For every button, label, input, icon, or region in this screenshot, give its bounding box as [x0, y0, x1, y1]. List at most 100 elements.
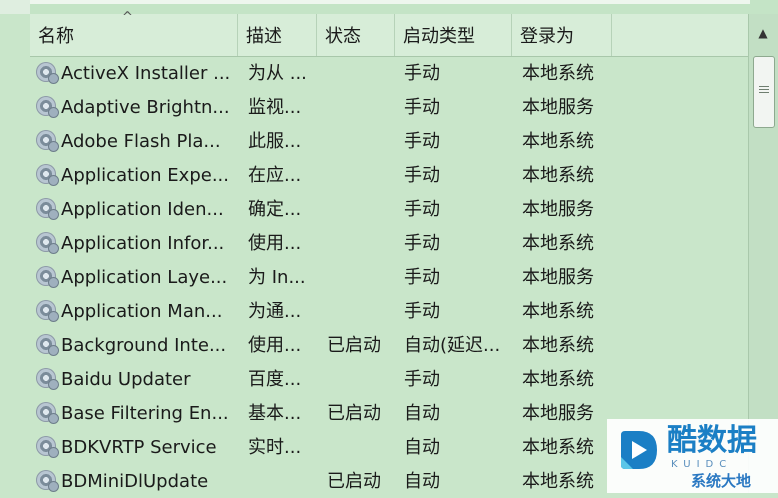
service-startup-type: 自动(延迟... [404, 335, 501, 356]
column-header-name-label: 名称 [38, 26, 74, 47]
service-name: Background Inte... [61, 335, 227, 356]
top-strip [0, 0, 778, 14]
brand-logo-icon [621, 431, 657, 469]
column-header-name[interactable]: 名称 ^ [30, 10, 238, 56]
watermark-brand-sub: KUIDC [671, 459, 733, 470]
service-logon-as: 本地服务 [522, 267, 594, 288]
service-gear-icon [36, 62, 59, 84]
service-status [327, 430, 395, 464]
service-startup-type: 手动 [404, 233, 440, 254]
service-name: Baidu Updater [61, 369, 191, 390]
column-header-description[interactable]: 描述 [238, 14, 317, 56]
service-row[interactable]: Baidu Updater 百度... 手动 本地系统 [30, 362, 748, 396]
service-row[interactable]: Application Iden... 确定... 手动 本地服务 [30, 192, 748, 226]
service-gear-icon [36, 198, 59, 220]
sort-ascending-icon: ^ [122, 10, 133, 25]
service-row[interactable]: ActiveX Installer ... 为从 ... 手动 本地系统 [30, 56, 748, 90]
service-logon-as: 本地系统 [522, 233, 594, 254]
service-row[interactable]: Application Man... 为通... 手动 本地系统 [30, 294, 748, 328]
service-description: 使用... [248, 233, 302, 254]
service-description: 此服... [248, 131, 302, 152]
service-gear-icon [36, 96, 59, 118]
service-startup-type: 手动 [404, 131, 440, 152]
service-name: Base Filtering En... [61, 403, 229, 424]
service-logon-as: 本地系统 [522, 369, 594, 390]
service-description: 为从 ... [248, 63, 307, 84]
service-status [327, 192, 395, 226]
service-description: 使用... [248, 335, 302, 356]
service-row[interactable]: Application Expe... 在应... 手动 本地系统 [30, 158, 748, 192]
service-gear-icon [36, 436, 59, 458]
service-startup-type: 手动 [404, 199, 440, 220]
service-startup-type: 手动 [404, 97, 440, 118]
service-name: BDMiniDlUpdate [61, 471, 209, 492]
column-header-status[interactable]: 状态 [317, 14, 395, 56]
service-row[interactable]: Background Inte... 使用... 已启动 自动(延迟... 本地… [30, 328, 748, 362]
column-header-logon-as[interactable]: 登录为 [512, 14, 612, 56]
service-row[interactable]: Application Infor... 使用... 手动 本地系统 [30, 226, 748, 260]
service-status [327, 294, 395, 328]
service-gear-icon [36, 334, 59, 356]
service-startup-type: 手动 [404, 301, 440, 322]
scrollbar-thumb[interactable] [753, 56, 775, 128]
column-header: 名称 ^ 描述 状态 启动类型 登录为 [30, 10, 748, 57]
service-gear-icon [36, 402, 59, 424]
service-status [327, 362, 395, 396]
service-gear-icon [36, 300, 59, 322]
service-name: Application Infor... [61, 233, 225, 254]
service-name: Application Expe... [61, 165, 229, 186]
service-status [327, 226, 395, 260]
service-gear-icon [36, 368, 59, 390]
service-description: 确定... [248, 199, 302, 220]
service-row[interactable]: Adaptive Brightn... 监视... 手动 本地服务 [30, 90, 748, 124]
service-gear-icon [36, 164, 59, 186]
service-logon-as: 本地服务 [522, 97, 594, 118]
scroll-up-arrow-icon[interactable]: ▲ [749, 22, 777, 44]
service-description: 监视... [248, 97, 302, 118]
service-status: 已启动 [327, 335, 381, 356]
service-status [327, 90, 395, 124]
service-gear-icon [36, 232, 59, 254]
service-description: 为通... [248, 301, 302, 322]
service-logon-as: 本地系统 [522, 165, 594, 186]
service-gear-icon [36, 130, 59, 152]
service-status [327, 158, 395, 192]
service-name: ActiveX Installer ... [61, 63, 231, 84]
service-name: BDKVRTP Service [61, 437, 217, 458]
column-header-logon-as-label: 登录为 [520, 26, 574, 47]
service-status [327, 124, 395, 158]
service-name: Application Iden... [61, 199, 224, 220]
service-gear-icon [36, 470, 59, 492]
service-gear-icon [36, 266, 59, 288]
watermark: 酷数据 KUIDC 系统大地 [607, 419, 778, 493]
column-header-description-label: 描述 [246, 26, 282, 47]
service-description: 为 In... [248, 267, 306, 288]
service-startup-type: 手动 [404, 369, 440, 390]
service-logon-as: 本地系统 [522, 131, 594, 152]
service-description: 实时... [248, 437, 302, 458]
column-header-startup-type[interactable]: 启动类型 [395, 14, 512, 56]
service-startup-type: 自动 [404, 437, 440, 458]
service-status: 已启动 [327, 403, 381, 424]
service-name: Application Laye... [61, 267, 228, 288]
service-description: 百度... [248, 369, 302, 390]
service-logon-as: 本地服务 [522, 199, 594, 220]
watermark-brand-name: 酷数据 [667, 423, 757, 458]
service-description: 在应... [248, 165, 302, 186]
service-logon-as: 本地系统 [522, 63, 594, 84]
service-startup-type: 手动 [404, 165, 440, 186]
service-row[interactable]: Adobe Flash Pla... 此服... 手动 本地系统 [30, 124, 748, 158]
service-startup-type: 自动 [404, 403, 440, 424]
service-status [327, 260, 395, 294]
service-name: Adaptive Brightn... [61, 97, 230, 118]
service-name: Application Man... [61, 301, 223, 322]
service-row[interactable]: Application Laye... 为 In... 手动 本地服务 [30, 260, 748, 294]
service-name: Adobe Flash Pla... [61, 131, 221, 152]
column-header-startup-type-label: 启动类型 [403, 26, 475, 47]
service-startup-type: 手动 [404, 267, 440, 288]
service-logon-as: 本地系统 [522, 335, 594, 356]
column-header-status-label: 状态 [325, 26, 361, 47]
service-status [327, 56, 395, 90]
service-logon-as: 本地系统 [522, 301, 594, 322]
watermark-site-name: 系统大地 [691, 472, 752, 490]
